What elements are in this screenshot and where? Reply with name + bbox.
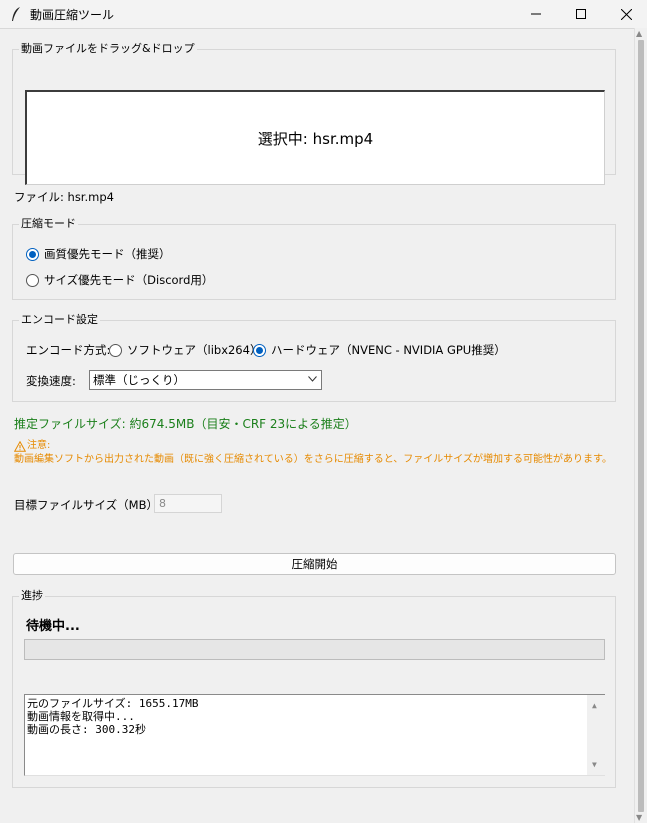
- speed-select[interactable]: 標準（じっくり）: [89, 370, 322, 390]
- encode-hardware-radio[interactable]: ハードウェア（NVENC - NVIDIA GPU推奨）: [253, 342, 506, 358]
- log-lines: 元のファイルサイズ: 1655.17MB 動画情報を取得中... 動画の長さ: 30…: [25, 695, 605, 736]
- radio-unselected-icon: [26, 273, 39, 287]
- warning-body: 動画編集ソフトから出力された動画（既に強く圧縮されている）をさらに圧縮すると、フ…: [14, 454, 612, 465]
- mode-size-radio[interactable]: サイズ優先モード（Discord用）: [26, 272, 213, 288]
- progress-group-label: 進捗: [19, 589, 45, 603]
- selected-file-text: 選択中: hsr.mp4: [257, 129, 374, 148]
- encode-software-label: ソフトウェア（libx264）: [127, 343, 262, 357]
- warning-icon: [14, 440, 26, 452]
- feather-icon: [12, 7, 20, 21]
- log-line: 動画の長さ: 300.32秒: [27, 723, 146, 736]
- drop-zone[interactable]: 選択中: hsr.mp4: [25, 90, 605, 185]
- mode-size-label: サイズ優先モード（Discord用）: [44, 273, 214, 287]
- encode-software-radio[interactable]: ソフトウェア（libx264）: [109, 342, 261, 358]
- radio-selected-icon: [26, 247, 39, 261]
- start-compress-button[interactable]: 圧縮開始: [13, 553, 616, 575]
- mode-quality-radio[interactable]: 画質優先モード（推奨）: [26, 246, 171, 262]
- scrollbar-thumb[interactable]: [638, 40, 644, 812]
- log-line: 元のファイルサイズ: 1655.17MB: [27, 697, 199, 710]
- log-line: 動画情報を取得中...: [27, 710, 135, 723]
- minimize-icon: [531, 13, 541, 15]
- log-textbox[interactable]: 元のファイルサイズ: 1655.17MB 動画情報を取得中... 動画の長さ: 30…: [24, 694, 605, 776]
- title-bar: 動画圧縮ツール: [0, 0, 647, 28]
- maximize-icon: [576, 9, 586, 19]
- encode-group-label: エンコード設定: [19, 313, 100, 327]
- target-size-label: 目標ファイルサイズ（MB）：: [14, 498, 164, 512]
- drop-group: 動画ファイルをドラッグ&ドロップ 選択中: hsr.mp4: [12, 42, 616, 185]
- log-scrollbar[interactable]: ▲ ▼: [587, 695, 605, 775]
- scroll-down-icon[interactable]: ▼: [636, 813, 642, 822]
- chevron-down-icon: [308, 376, 317, 382]
- close-icon: [620, 8, 632, 20]
- mode-group-label: 圧縮モード: [19, 217, 78, 231]
- radio-unselected-icon: [109, 343, 122, 357]
- scroll-up-icon[interactable]: ▲: [592, 699, 597, 712]
- mode-quality-label: 画質優先モード（推奨）: [44, 247, 171, 261]
- encode-hardware-label: ハードウェア（NVENC - NVIDIA GPU推奨）: [271, 343, 506, 357]
- drop-group-label: 動画ファイルをドラッグ&ドロップ: [19, 42, 197, 56]
- maximize-button[interactable]: [558, 0, 604, 28]
- speed-label: 変換速度:: [26, 374, 76, 388]
- encode-method-label: エンコード方式:: [26, 343, 111, 357]
- window-title: 動画圧縮ツール: [30, 8, 115, 22]
- main-content: 動画ファイルをドラッグ&ドロップ 選択中: hsr.mp4 ファイル: hsr.…: [0, 28, 634, 823]
- warning-title: 注意:: [27, 440, 51, 451]
- window-scrollbar[interactable]: ▲ ▼: [634, 28, 647, 823]
- file-label: ファイル: hsr.mp4: [14, 190, 114, 204]
- start-compress-label: 圧縮開始: [291, 557, 338, 571]
- mode-group: 圧縮モード: [12, 217, 616, 300]
- scroll-down-icon[interactable]: ▼: [592, 758, 597, 771]
- close-button[interactable]: [603, 0, 647, 28]
- radio-selected-icon: [253, 343, 266, 357]
- speed-select-value: 標準（じっくり）: [93, 373, 185, 387]
- warning-block: 注意: 動画編集ソフトから出力された動画（既に強く圧縮されている）をさらに圧縮す…: [14, 439, 616, 467]
- estimated-size-text: 推定ファイルサイズ: 約674.5MB（目安・CRF 23による推定）: [14, 417, 357, 431]
- scroll-up-icon[interactable]: ▲: [636, 29, 642, 38]
- status-text: 待機中...: [26, 619, 80, 634]
- minimize-button[interactable]: [513, 0, 559, 28]
- progress-bar: [24, 639, 605, 660]
- target-size-input[interactable]: 8: [154, 494, 222, 513]
